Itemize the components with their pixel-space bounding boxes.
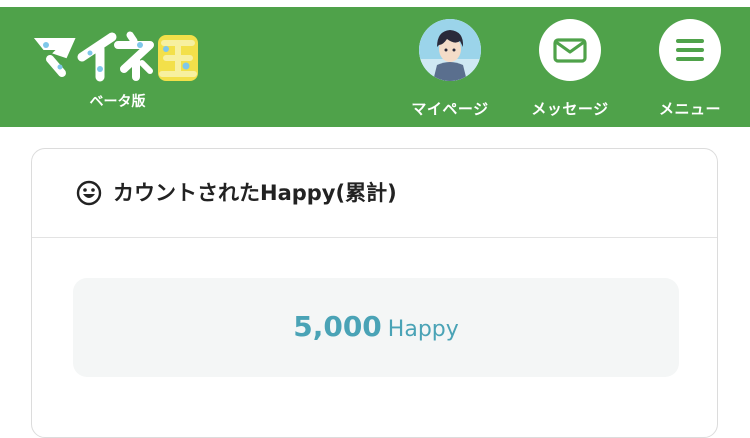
card-title: カウントされたHappy(累計) — [113, 181, 397, 205]
hamburger-icon — [676, 39, 704, 61]
count-unit: Happy — [387, 317, 459, 342]
nav-menu-label: メニュー — [658, 100, 721, 118]
nav-mypage-label: マイページ — [411, 100, 489, 118]
nav-menu[interactable]: メニュー — [635, 19, 745, 123]
count-value: 5,000 — [293, 310, 382, 343]
smile-icon — [76, 180, 102, 206]
count-box: 5,000 Happy — [73, 278, 679, 377]
logo-link[interactable]: ベータ版 — [30, 29, 205, 124]
card-header: カウントされたHappy(累計) — [32, 149, 717, 238]
happy-count-card: カウントされたHappy(累計) 5,000 Happy — [31, 148, 718, 438]
top-strip — [0, 0, 750, 7]
app-header: ベータ版 マイページ メッセージ メニュー — [0, 7, 750, 127]
nav-message-label: メッセージ — [531, 100, 609, 118]
beta-badge: ベータ版 — [89, 94, 146, 110]
envelope-icon — [553, 38, 587, 63]
nav-message[interactable]: メッセージ — [515, 19, 625, 123]
avatar — [419, 19, 481, 81]
nav-mypage[interactable]: マイページ — [395, 19, 505, 123]
message-icon-circle — [539, 19, 601, 81]
logo-mark — [33, 31, 198, 82]
menu-icon-circle — [659, 19, 721, 81]
count-display: 5,000 Happy — [73, 310, 679, 343]
